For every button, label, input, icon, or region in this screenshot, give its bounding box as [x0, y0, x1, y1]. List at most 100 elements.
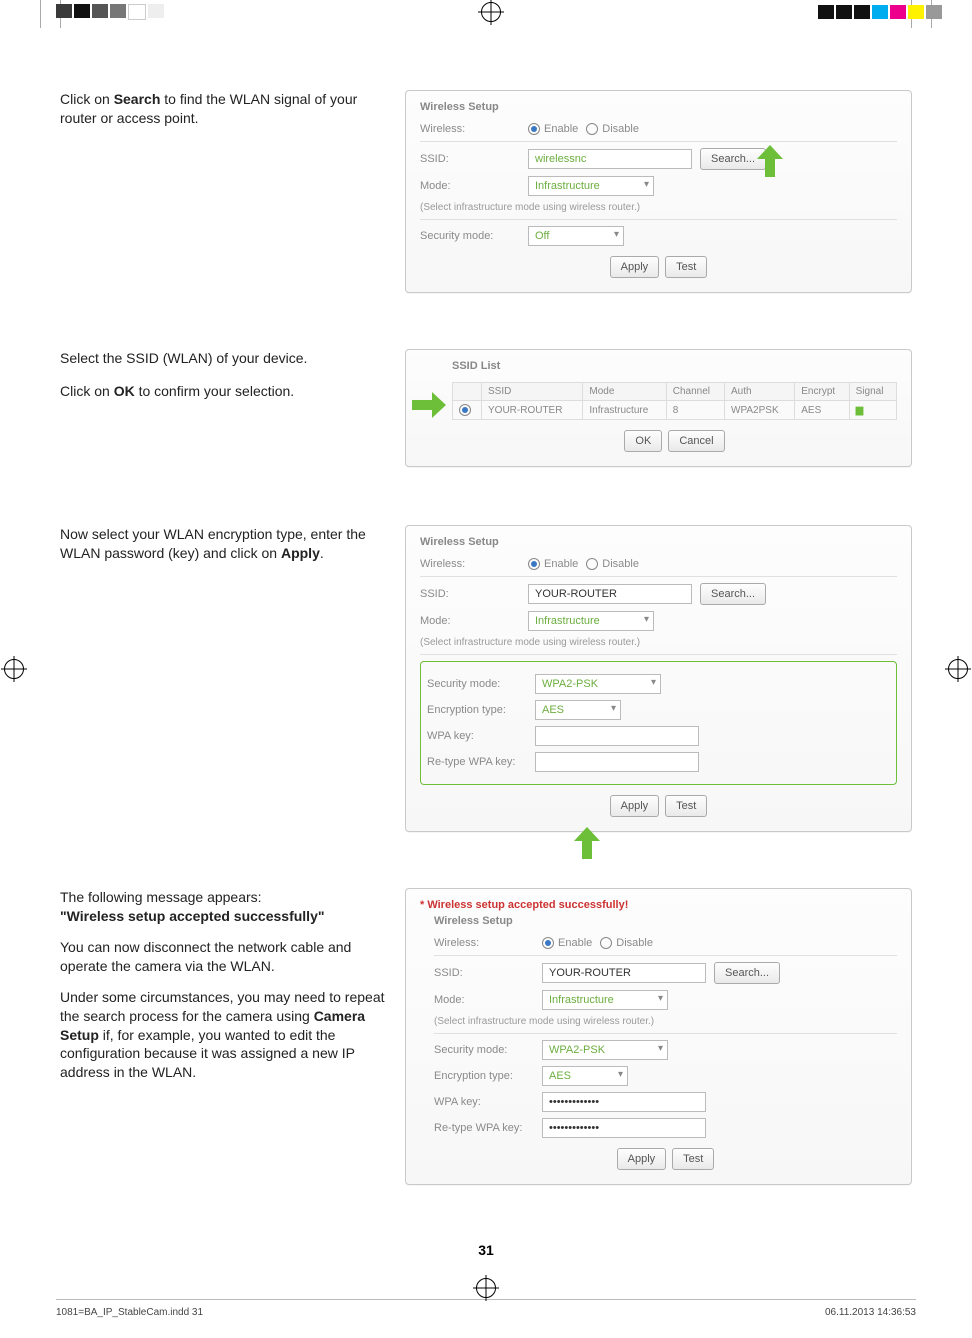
ssid-input[interactable]: wirelessnc: [528, 149, 692, 169]
encryption-type-label: Encryption type:: [434, 1070, 534, 1082]
disable-label: Disable: [616, 937, 653, 949]
disable-label: Disable: [602, 558, 639, 570]
text-bold: "Wireless setup accepted successfully": [60, 908, 325, 924]
enable-label: Enable: [544, 123, 578, 135]
step-1-text: Click on Search to find the WLAN signal …: [60, 90, 385, 128]
arrow-up-icon: [576, 827, 598, 861]
radio-enable[interactable]: [528, 123, 540, 135]
text: to confirm your selection.: [135, 383, 295, 399]
cell-ssid: YOUR-ROUTER: [482, 401, 583, 420]
encryption-type-select[interactable]: AES: [535, 700, 621, 720]
wpa-key-label: WPA key:: [427, 730, 527, 742]
page: Click on Search to find the WLAN signal …: [0, 0, 972, 1338]
encryption-type-label: Encryption type:: [427, 704, 527, 716]
arrow-right-icon: [412, 394, 446, 416]
th-ssid: SSID: [482, 383, 583, 401]
wpa-key-label: WPA key:: [434, 1096, 534, 1108]
ssid-table: SSID Mode Channel Auth Encrypt Signal YO…: [452, 382, 897, 420]
radio-enable[interactable]: [528, 558, 540, 570]
wireless-setup-panel: Wireless Setup Wireless: Enable Disable …: [405, 525, 912, 832]
step-4: The following message appears: "Wireless…: [60, 888, 912, 1185]
th-encrypt: Encrypt: [795, 383, 849, 401]
registration-mark-icon: [4, 659, 24, 679]
step-4-text: The following message appears: "Wireless…: [60, 888, 385, 1082]
ssid-row[interactable]: YOUR-ROUTER Infrastructure 8 WPA2PSK AES…: [453, 401, 897, 420]
security-mode-label: Security mode:: [420, 230, 520, 242]
wpa-key-input[interactable]: [535, 726, 699, 746]
encryption-type-select[interactable]: AES: [542, 1066, 628, 1086]
step-3-text: Now select your WLAN encryption type, en…: [60, 525, 385, 563]
disable-label: Disable: [602, 123, 639, 135]
content-area: Click on Search to find the WLAN signal …: [60, 90, 912, 1268]
text-bold: Search: [114, 91, 161, 107]
text: .: [320, 545, 324, 561]
th-signal: Signal: [849, 383, 896, 401]
footer-date: 06.11.2013 14:36:53: [825, 1307, 916, 1318]
test-button[interactable]: Test: [672, 1148, 714, 1170]
test-button[interactable]: Test: [665, 256, 707, 278]
enable-label: Enable: [544, 558, 578, 570]
cell-auth: WPA2PSK: [725, 401, 795, 420]
panel-title: Wireless Setup: [434, 915, 897, 927]
security-mode-label: Security mode:: [434, 1044, 534, 1056]
mode-select[interactable]: Infrastructure: [528, 176, 654, 196]
arrow-up-icon: [759, 145, 781, 179]
mode-label: Mode:: [434, 994, 534, 1006]
security-mode-select[interactable]: WPA2-PSK: [535, 674, 661, 694]
search-button[interactable]: Search...: [714, 962, 780, 984]
panel-title: Wireless Setup: [420, 536, 897, 548]
security-mode-select[interactable]: Off: [528, 226, 624, 246]
wireless-setup-panel: Wireless Setup Wireless: Enable Disable …: [405, 90, 912, 293]
wireless-setup-panel: * Wireless setup accepted successfully! …: [405, 888, 912, 1185]
text: if, for example, you wanted to edit the …: [60, 1027, 355, 1081]
text-bold: OK: [114, 383, 135, 399]
mode-select[interactable]: Infrastructure: [542, 990, 668, 1010]
apply-button[interactable]: Apply: [610, 256, 660, 278]
text: You can now disconnect the network cable…: [60, 938, 385, 976]
th-auth: Auth: [725, 383, 795, 401]
page-number: 31: [0, 1242, 972, 1258]
security-mode-label: Security mode:: [427, 678, 527, 690]
wireless-label: Wireless:: [420, 558, 520, 570]
text-bold: Apply: [281, 545, 320, 561]
enable-label: Enable: [558, 937, 592, 949]
panel-title: Wireless Setup: [420, 101, 897, 113]
mode-label: Mode:: [420, 180, 520, 192]
registration-mark-icon: [476, 1278, 496, 1298]
test-button[interactable]: Test: [665, 795, 707, 817]
footer-file: 1081=BA_IP_StableCam.indd 31: [56, 1307, 203, 1318]
mode-select[interactable]: Infrastructure: [528, 611, 654, 631]
panel-title: SSID List: [452, 360, 897, 372]
retype-wpa-key-label: Re-type WPA key:: [434, 1122, 534, 1134]
cell-channel: 8: [666, 401, 724, 420]
radio-disable[interactable]: [600, 937, 612, 949]
radio-disable[interactable]: [586, 123, 598, 135]
step-2-text: Select the SSID (WLAN) of your device. C…: [60, 349, 385, 401]
ssid-input[interactable]: YOUR-ROUTER: [542, 963, 706, 983]
security-mode-select[interactable]: WPA2-PSK: [542, 1040, 668, 1060]
ssid-input[interactable]: YOUR-ROUTER: [528, 584, 692, 604]
ssid-label: SSID:: [434, 967, 534, 979]
radio-ssid-row[interactable]: [459, 404, 471, 416]
radio-enable[interactable]: [542, 937, 554, 949]
cancel-button[interactable]: Cancel: [668, 430, 724, 452]
search-button[interactable]: Search...: [700, 583, 766, 605]
retype-wpa-key-input[interactable]: [535, 752, 699, 772]
apply-button[interactable]: Apply: [610, 795, 660, 817]
wireless-label: Wireless:: [434, 937, 534, 949]
th-channel: Channel: [666, 383, 724, 401]
ok-button[interactable]: OK: [624, 430, 662, 452]
radio-disable[interactable]: [586, 558, 598, 570]
text: Click on: [60, 91, 114, 107]
footer-meta: 1081=BA_IP_StableCam.indd 31 06.11.2013 …: [56, 1307, 916, 1318]
apply-button[interactable]: Apply: [617, 1148, 667, 1170]
step-1: Click on Search to find the WLAN signal …: [60, 90, 912, 293]
text-bold: Setup: [60, 1027, 99, 1043]
ssid-list-panel: SSID List SSID Mode Channel Auth Encrypt…: [405, 349, 912, 467]
retype-wpa-key-input[interactable]: •••••••••••••: [542, 1118, 706, 1138]
wpa-key-input[interactable]: •••••••••••••: [542, 1092, 706, 1112]
registration-mark-icon: [948, 659, 968, 679]
signal-icon: ▆: [856, 405, 864, 416]
th-mode: Mode: [583, 383, 666, 401]
cell-mode: Infrastructure: [583, 401, 666, 420]
